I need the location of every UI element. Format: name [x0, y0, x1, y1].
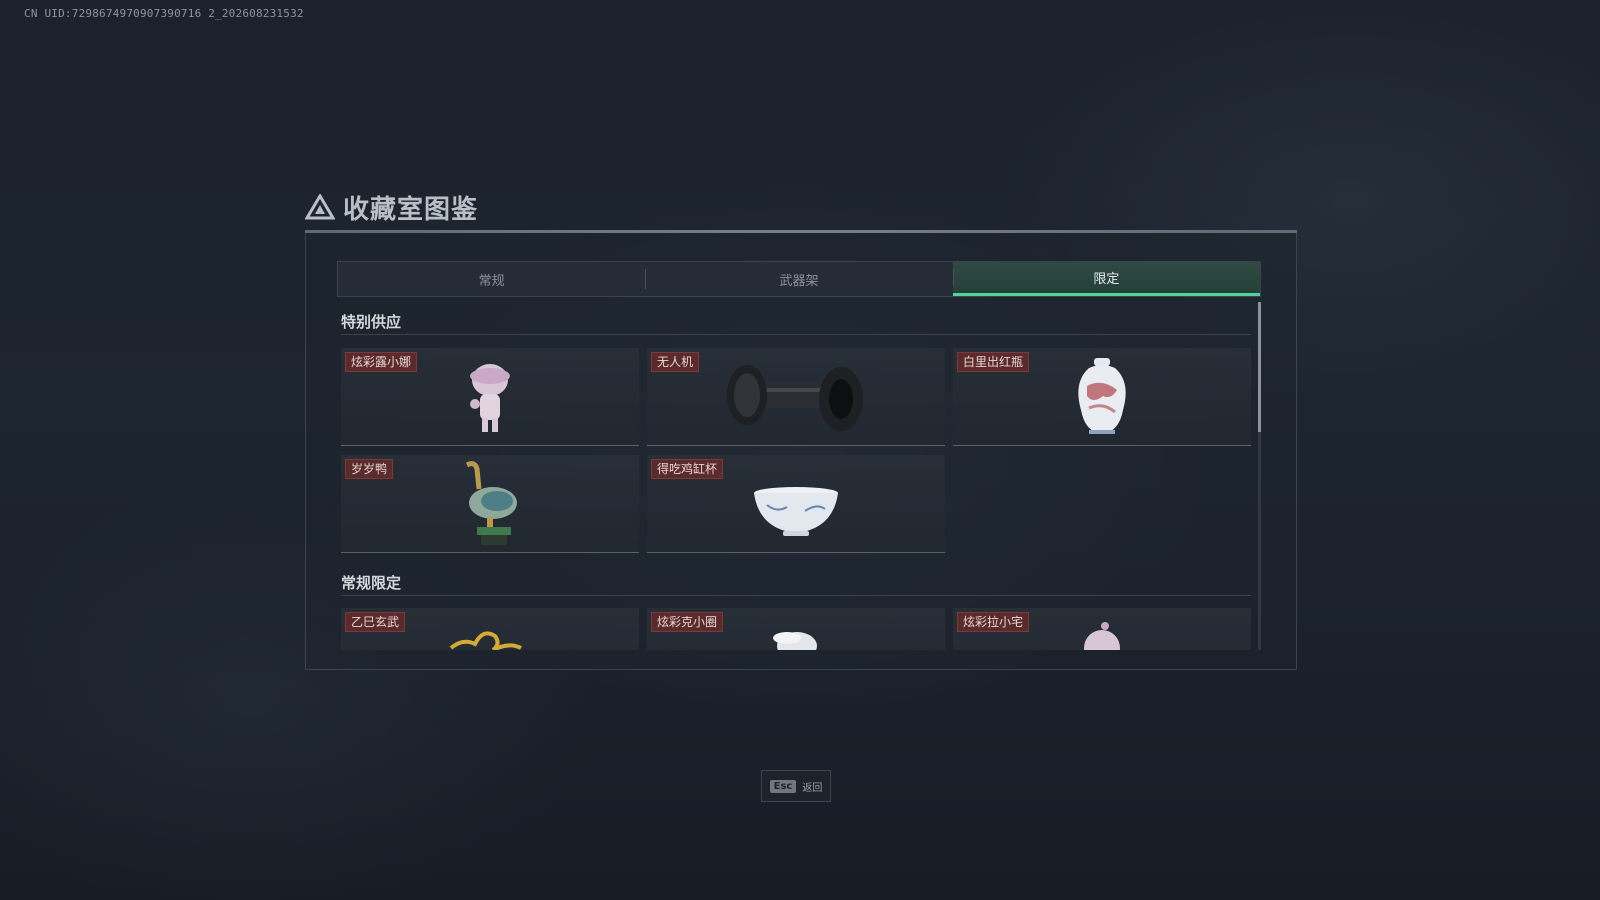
item-label: 得吃鸡缸杯: [651, 459, 724, 479]
tab-bar: 常规 武器架 限定: [337, 261, 1261, 297]
collection-scroll-area[interactable]: 特别供应 炫彩露小娜 无人机 白里出红瓶 岁岁鸭 得吃鸡缸杯 常规限定 乙巳玄武…: [337, 300, 1261, 650]
collection-item-card[interactable]: 白里出红瓶: [953, 348, 1251, 446]
collection-item-card[interactable]: 得吃鸡缸杯: [647, 455, 945, 553]
uid-text: CN UID:7298674970907390716 2_20260823153…: [24, 7, 304, 20]
item-label: 白里出红瓶: [957, 352, 1030, 372]
item-label: 岁岁鸭: [345, 459, 394, 479]
tab-label: 武器架: [779, 273, 819, 289]
tab-label: 常规: [478, 273, 505, 289]
back-button[interactable]: Esc 返回: [761, 770, 831, 802]
item-label: 炫彩拉小宅: [957, 612, 1030, 632]
tab-regular[interactable]: 常规: [338, 262, 645, 296]
collection-item-card[interactable]: 无人机: [647, 348, 945, 446]
tab-label: 限定: [1093, 272, 1120, 287]
item-label: 炫彩克小圈: [651, 612, 724, 632]
page-title: 收藏室图鉴: [343, 194, 479, 225]
window-header: 收藏室图鉴: [305, 190, 479, 225]
collection-item-card[interactable]: 炫彩克小圈: [647, 608, 945, 650]
section-divider: [341, 334, 1251, 335]
item-label: 无人机: [651, 352, 700, 372]
collection-item-card[interactable]: 乙巳玄武: [341, 608, 639, 650]
back-label: 返回: [802, 782, 823, 794]
section-divider: [341, 595, 1251, 596]
esc-key-icon: Esc: [769, 779, 797, 793]
item-label: 乙巳玄武: [345, 612, 406, 632]
section-title-regular-limited: 常规限定: [341, 574, 402, 592]
item-label: 炫彩露小娜: [345, 352, 418, 372]
collection-item-card[interactable]: 岁岁鸭: [341, 455, 639, 553]
tab-limited[interactable]: 限定: [952, 262, 1260, 296]
collection-item-card[interactable]: 炫彩露小娜: [341, 348, 639, 446]
tab-weapon-rack[interactable]: 武器架: [645, 262, 952, 296]
delta-logo-icon: [305, 194, 335, 220]
scrollbar-thumb[interactable]: [1258, 302, 1261, 432]
collection-item-card[interactable]: 炫彩拉小宅: [953, 608, 1251, 650]
section-title-special-supply: 特别供应: [341, 313, 402, 331]
